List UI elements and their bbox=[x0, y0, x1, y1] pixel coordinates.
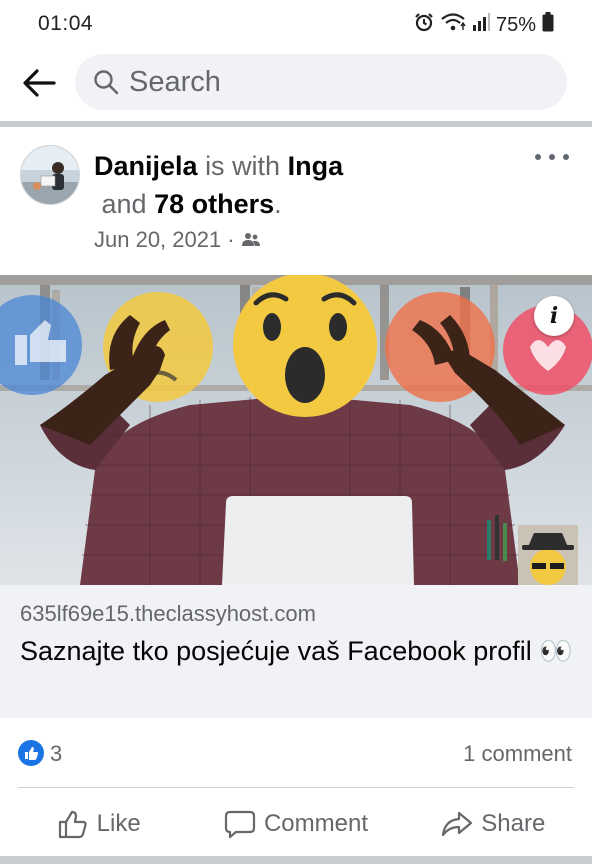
status-bar: 01:04 75% bbox=[0, 0, 592, 50]
post-header: Danijela is with Inga and 78 others. Jun… bbox=[0, 127, 592, 275]
more-dot-icon bbox=[535, 154, 541, 160]
arrow-left-icon bbox=[23, 69, 56, 97]
like-label: Like bbox=[96, 810, 141, 837]
link-preview-image[interactable] bbox=[0, 275, 592, 585]
info-icon[interactable]: i bbox=[534, 296, 574, 336]
avatar[interactable] bbox=[20, 145, 80, 205]
comment-bubble-icon bbox=[224, 810, 256, 839]
link-title: Saznajte tko posjećuje vaš Facebook prof… bbox=[20, 636, 573, 666]
friends-icon bbox=[241, 233, 260, 246]
like-button[interactable]: Like bbox=[0, 795, 197, 853]
actions-divider bbox=[18, 787, 574, 788]
more-dot-icon bbox=[563, 154, 569, 160]
like-reaction-icon bbox=[18, 740, 44, 766]
with-text: is with bbox=[205, 151, 281, 181]
reaction-summary: 3 1 comment bbox=[0, 730, 592, 780]
more-options-button[interactable] bbox=[535, 147, 569, 167]
others-link[interactable]: 78 others bbox=[154, 189, 274, 219]
meta-separator: · bbox=[227, 227, 235, 252]
share-label: Share bbox=[481, 810, 546, 837]
share-arrow-icon bbox=[442, 811, 473, 837]
status-icons: 75% bbox=[414, 12, 554, 38]
post-actions: Like Comment Share bbox=[0, 795, 592, 853]
search-header: Search bbox=[0, 52, 592, 116]
search-placeholder: Search bbox=[129, 65, 221, 98]
search-icon bbox=[94, 70, 119, 95]
and-text: and bbox=[101, 189, 147, 219]
battery-percent: 75% bbox=[495, 13, 536, 36]
shocked-person-image bbox=[0, 275, 592, 585]
back-button[interactable] bbox=[18, 62, 60, 104]
comment-count[interactable]: 1 comment bbox=[463, 741, 572, 767]
bottom-divider bbox=[0, 856, 592, 864]
reaction-count[interactable]: 3 bbox=[50, 741, 62, 767]
more-dot-icon bbox=[549, 154, 555, 160]
link-preview-caption[interactable]: 635lf69e15.theclassyhost.com Saznajte tk… bbox=[0, 585, 592, 718]
post-meta: Jun 20, 2021 · bbox=[94, 227, 261, 253]
post-date[interactable]: Jun 20, 2021 bbox=[94, 227, 221, 253]
tagged-user[interactable]: Inga bbox=[288, 151, 344, 181]
title-period: . bbox=[274, 189, 282, 219]
thumbs-up-icon bbox=[58, 810, 87, 839]
comment-button[interactable]: Comment bbox=[197, 795, 394, 853]
alarm-icon bbox=[414, 12, 434, 38]
share-button[interactable]: Share bbox=[395, 795, 592, 853]
battery-icon bbox=[542, 12, 554, 38]
wifi-icon bbox=[440, 12, 466, 38]
signal-icon bbox=[472, 12, 490, 38]
link-domain: 635lf69e15.theclassyhost.com bbox=[20, 601, 316, 626]
search-input[interactable]: Search bbox=[75, 54, 567, 110]
status-time: 01:04 bbox=[38, 12, 94, 35]
author-name[interactable]: Danijela bbox=[94, 151, 198, 181]
post-title: Danijela is with Inga and 78 others. bbox=[94, 147, 514, 223]
comment-label: Comment bbox=[263, 810, 368, 837]
